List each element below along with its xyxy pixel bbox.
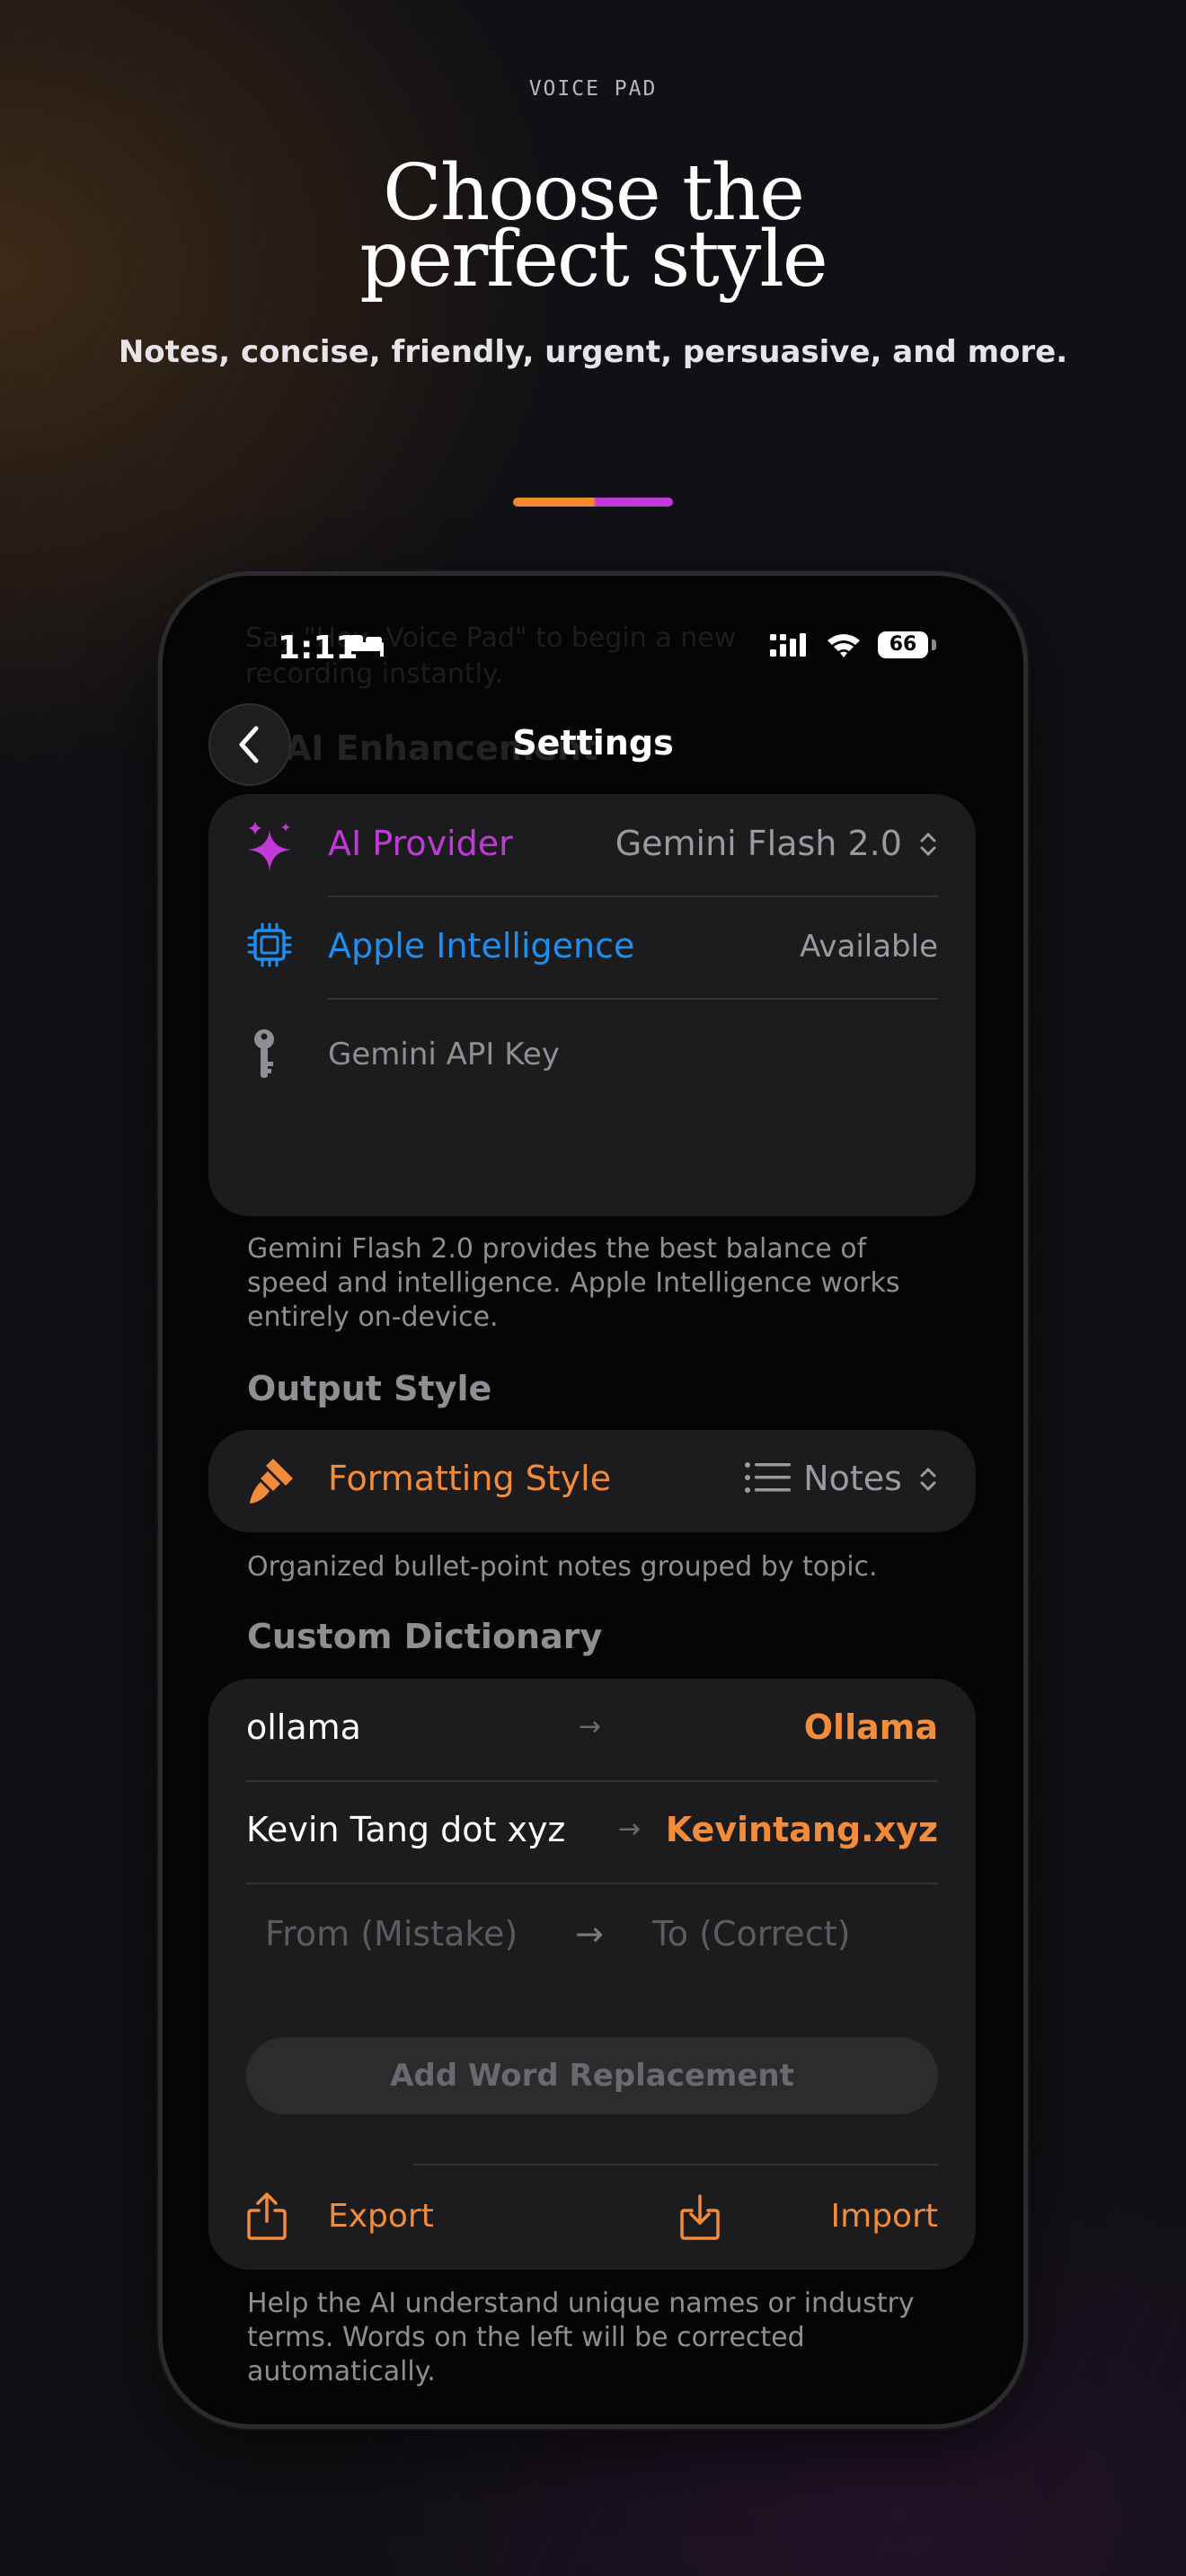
app-eyebrow: VOICE PAD: [528, 77, 658, 101]
chevron-updown-icon: [920, 832, 936, 857]
subheadline: Notes, concise, friendly, urgent, persua…: [118, 334, 1068, 370]
headline-line-2: perfect style: [359, 215, 828, 304]
sparkles-icon: [248, 821, 291, 871]
download-icon: [680, 2194, 720, 2240]
key-icon: [254, 1029, 274, 1078]
dictionary-from: Kevin Tang dot xyz: [246, 1810, 566, 1849]
formatting-style-label: Formatting Style: [328, 1459, 612, 1498]
ai-provider-value[interactable]: Gemini Flash 2.0: [615, 824, 938, 863]
import-button[interactable]: Import: [668, 2182, 938, 2254]
import-label: Import: [830, 2198, 938, 2235]
dictionary-to: Ollama: [803, 1707, 938, 1747]
ai-settings-card: AI Provider Gemini Flash 2.0 Apple Intel…: [208, 794, 976, 1216]
status-bar: 1:11 66: [163, 626, 1023, 671]
cpu-icon: [247, 922, 292, 967]
to-correct-input[interactable]: To (Correct): [652, 1914, 850, 1954]
apple-intelligence-row[interactable]: Apple Intelligence Available: [208, 896, 976, 999]
arrow-right-icon: →: [579, 1711, 602, 1742]
dictionary-entry[interactable]: ollama → Ollama: [208, 1679, 976, 1781]
ai-provider-row[interactable]: AI Provider Gemini Flash 2.0: [208, 794, 976, 896]
dictionary-from: ollama: [246, 1707, 361, 1747]
row-separator: [413, 2164, 938, 2166]
apple-intelligence-status: Available: [800, 929, 938, 965]
formatting-style-selected: Notes: [803, 1459, 902, 1498]
battery-icon: 66: [878, 631, 928, 658]
formatting-style-value[interactable]: Notes: [744, 1459, 938, 1498]
export-button[interactable]: Export: [246, 2182, 516, 2254]
output-style-footnote: Organized bullet-point notes grouped by …: [247, 1551, 878, 1583]
gemini-api-key-row[interactable]: Gemini API Key: [208, 999, 976, 1116]
settings-screen: Say "Hey, Voice Pad" to begin a new reco…: [163, 576, 1023, 2424]
gemini-api-key-field[interactable]: Gemini API Key: [328, 1037, 560, 1072]
bed-icon: [348, 635, 384, 657]
formatting-style-card[interactable]: Formatting Style Notes: [208, 1430, 976, 1532]
ai-provider-label: AI Provider: [328, 824, 513, 863]
arrow-right-icon: →: [618, 1813, 642, 1845]
signal-icon: [770, 633, 806, 657]
ai-footnote: Gemini Flash 2.0 provides the best balan…: [247, 1233, 900, 1333]
phone-frame: Say "Hey, Voice Pad" to begin a new reco…: [163, 576, 1023, 2424]
dictionary-card: ollama → Ollama Kevin Tang dot xyz → Kev…: [208, 1679, 976, 2270]
dictionary-to: Kevintang.xyz: [665, 1810, 938, 1849]
dictionary-footnote: Help the AI understand unique names or i…: [247, 2288, 915, 2387]
nav-title: Settings: [512, 723, 674, 763]
battery-tip: [932, 640, 936, 650]
custom-dictionary-heading: Custom Dictionary: [247, 1617, 603, 1656]
paintbrush-icon: [250, 1459, 293, 1504]
list-bullet-icon: [745, 1462, 792, 1493]
ai-provider-selected: Gemini Flash 2.0: [615, 824, 902, 863]
output-style-heading: Output Style: [247, 1369, 492, 1408]
export-label: Export: [328, 2198, 434, 2235]
chevron-updown-icon: [920, 1467, 936, 1492]
add-word-replacement-button[interactable]: Add Word Replacement: [246, 2037, 938, 2114]
share-icon: [247, 2192, 287, 2240]
wifi-icon: [828, 634, 860, 657]
headline: Choose the perfect style: [0, 154, 1186, 304]
dictionary-entry[interactable]: Kevin Tang dot xyz → Kevintang.xyz: [208, 1781, 976, 1883]
apple-intelligence-label: Apple Intelligence: [328, 926, 635, 966]
from-mistake-input[interactable]: From (Mistake): [265, 1914, 518, 1954]
accent-divider: [513, 498, 673, 507]
arrow-right-icon: →: [575, 1914, 604, 1954]
row-separator: [246, 1883, 938, 1884]
